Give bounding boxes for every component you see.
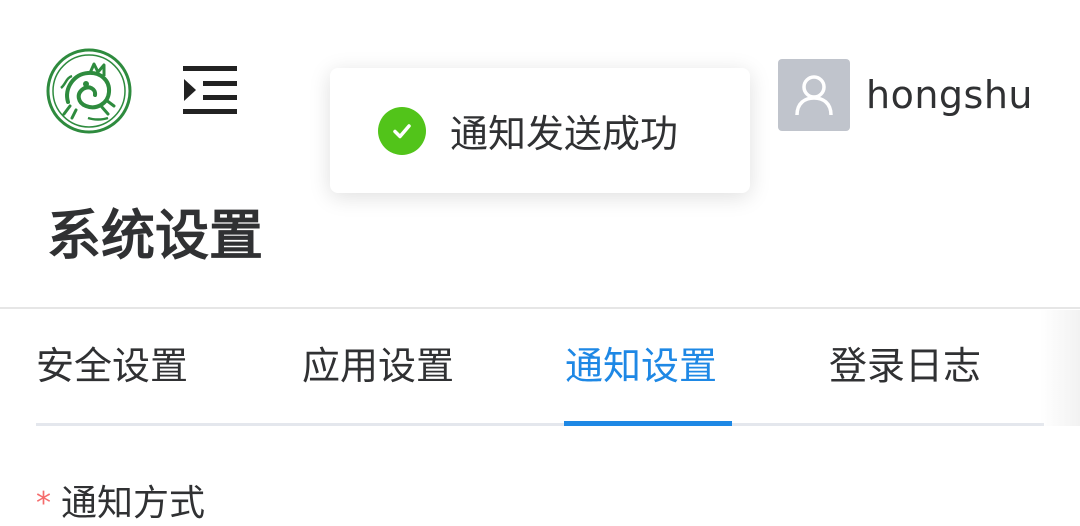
username[interactable]: hongshu (866, 73, 1033, 117)
menu-toggle-icon[interactable] (181, 65, 239, 115)
user-menu[interactable]: hongshu (778, 59, 1033, 131)
notify-method-label: * 通知方式 (36, 474, 205, 526)
header-divider (0, 307, 1080, 309)
tabs-scroll-shadow (1040, 310, 1080, 426)
settings-tabs: 安全设置 应用设置 通知设置 登录日志 (36, 310, 1080, 426)
dragon-logo-icon[interactable] (46, 48, 132, 134)
tabs-baseline (36, 423, 1044, 426)
toast-message: 通知发送成功 (450, 112, 679, 156)
page-title: 系统设置 (47, 204, 263, 267)
required-asterisk: * (36, 486, 51, 521)
tab-notification-settings[interactable]: 通知设置 (565, 340, 717, 392)
success-toast: 通知发送成功 (330, 68, 750, 193)
notify-method-text: 通知方式 (61, 483, 206, 524)
user-avatar-icon[interactable] (778, 59, 850, 131)
tab-security-settings[interactable]: 安全设置 (36, 340, 188, 392)
tab-app-settings[interactable]: 应用设置 (302, 340, 454, 392)
success-check-icon (378, 106, 426, 155)
active-tab-indicator (564, 421, 732, 426)
tab-login-log[interactable]: 登录日志 (829, 340, 981, 392)
